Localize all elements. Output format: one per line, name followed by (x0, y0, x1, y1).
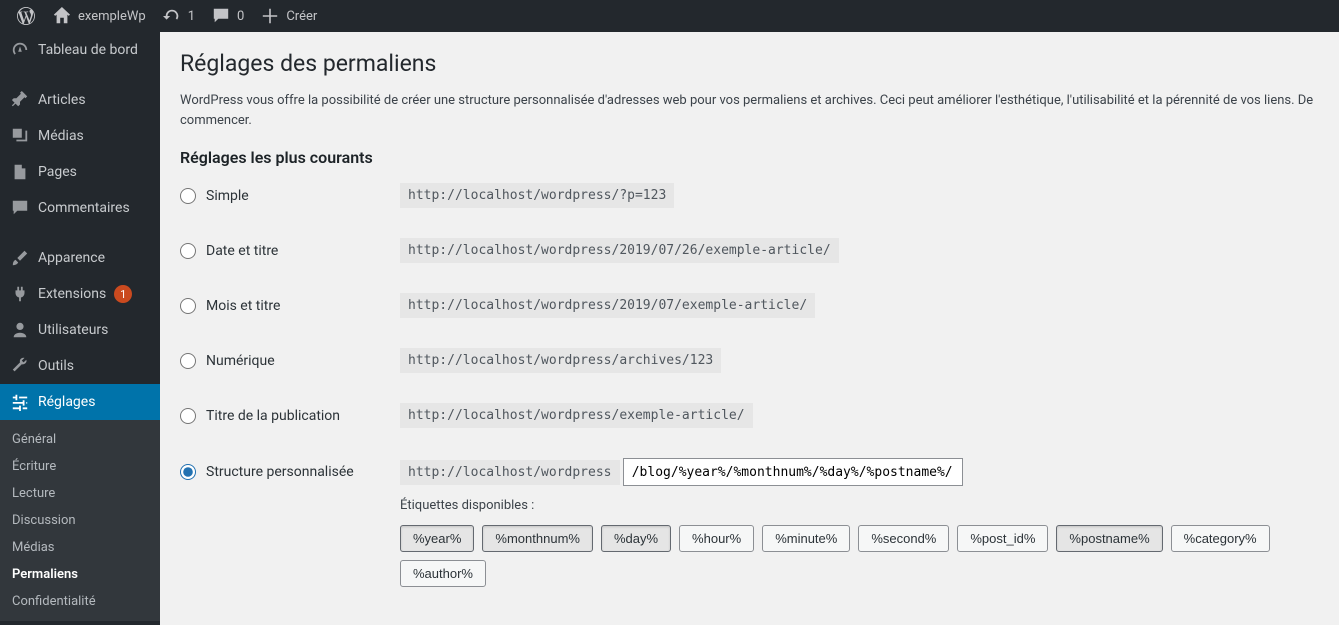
tag-button[interactable]: %hour% (679, 525, 754, 552)
plus-icon (260, 6, 280, 26)
option-numeric-row: Numérique http://localhost/wordpress/arc… (180, 348, 1319, 373)
option-label[interactable]: Date et titre (206, 243, 278, 259)
sidebar-item-media[interactable]: Médias (0, 118, 160, 154)
option-custom-row: Structure personnalisée http://localhost… (180, 458, 1319, 486)
menu-label: Tableau de bord (38, 42, 138, 58)
option-label[interactable]: Mois et titre (206, 298, 280, 314)
comments-count: 0 (237, 9, 244, 24)
sidebar-item-pages[interactable]: Pages (0, 154, 160, 190)
sub-item-permalinks[interactable]: Permaliens (0, 561, 160, 588)
wordpress-icon (16, 6, 36, 26)
available-tags-section: Étiquettes disponibles : %year% %monthnum… (400, 498, 1319, 587)
tag-button[interactable]: %monthnum% (482, 525, 593, 552)
radio-numeric[interactable] (180, 353, 196, 369)
updates-count: 1 (188, 9, 195, 24)
admin-bar: exempleWp 1 0 Créer (0, 0, 1339, 32)
option-postname-row: Titre de la publication http://localhost… (180, 403, 1319, 428)
updates-icon (162, 6, 182, 26)
home-icon (52, 6, 72, 26)
option-url: http://localhost/wordpress/archives/123 (400, 348, 721, 373)
sub-item-discussion[interactable]: Discussion (0, 507, 160, 534)
plugins-badge: 1 (114, 285, 132, 303)
sidebar-item-posts[interactable]: Articles (0, 82, 160, 118)
dashboard-icon (10, 40, 30, 60)
site-name-text: exempleWp (78, 9, 146, 24)
tags-container: %year% %monthnum% %day% %hour% %minute% %seco… (400, 525, 1319, 587)
sub-item-media[interactable]: Médias (0, 534, 160, 561)
option-day-row: Date et titre http://localhost/wordpress… (180, 238, 1319, 263)
custom-structure-input[interactable] (623, 458, 963, 486)
menu-label: Outils (38, 358, 74, 374)
sub-item-general[interactable]: Général (0, 426, 160, 453)
pin-icon (10, 90, 30, 110)
menu-label: Extensions (38, 286, 106, 302)
tag-button[interactable]: %day% (601, 525, 671, 552)
radio-day[interactable] (180, 243, 196, 259)
option-label[interactable]: Structure personnalisée (206, 464, 354, 480)
menu-label: Articles (38, 92, 86, 108)
tag-button[interactable]: %author% (400, 560, 486, 587)
option-label[interactable]: Titre de la publication (206, 408, 340, 424)
sidebar-item-plugins[interactable]: Extensions 1 (0, 276, 160, 312)
option-label[interactable]: Numérique (206, 353, 275, 369)
settings-submenu: Général Écriture Lecture Discussion Médi… (0, 420, 160, 621)
tag-button[interactable]: %second% (858, 525, 949, 552)
page-title: Réglages des permaliens (180, 50, 1319, 77)
updates-link[interactable]: 1 (154, 0, 203, 32)
option-label[interactable]: Simple (206, 188, 249, 204)
page-content: Réglages des permaliens WordPress vous o… (160, 32, 1339, 625)
sub-item-reading[interactable]: Lecture (0, 480, 160, 507)
menu-label: Utilisateurs (38, 322, 108, 338)
radio-postname[interactable] (180, 408, 196, 424)
create-link[interactable]: Créer (252, 0, 325, 32)
sidebar-item-tools[interactable]: Outils (0, 348, 160, 384)
plugin-icon (10, 284, 30, 304)
tag-button[interactable]: %post_id% (957, 525, 1048, 552)
sidebar-item-settings[interactable]: Réglages (0, 384, 160, 420)
brush-icon (10, 248, 30, 268)
media-icon (10, 126, 30, 146)
comments-link[interactable]: 0 (203, 0, 252, 32)
menu-label: Pages (38, 164, 77, 180)
site-name-link[interactable]: exempleWp (44, 0, 154, 32)
sidebar-item-dashboard[interactable]: Tableau de bord (0, 32, 160, 68)
sidebar-item-users[interactable]: Utilisateurs (0, 312, 160, 348)
option-url: http://localhost/wordpress/?p=123 (400, 183, 674, 208)
option-simple-row: Simple http://localhost/wordpress/?p=123 (180, 183, 1319, 208)
option-month-row: Mois et titre http://localhost/wordpress… (180, 293, 1319, 318)
radio-simple[interactable] (180, 188, 196, 204)
sub-item-writing[interactable]: Écriture (0, 453, 160, 480)
sidebar-item-appearance[interactable]: Apparence (0, 240, 160, 276)
radio-custom[interactable] (180, 464, 196, 480)
menu-label: Réglages (38, 394, 95, 410)
user-icon (10, 320, 30, 340)
option-url: http://localhost/wordpress/2019/07/26/ex… (400, 238, 839, 263)
menu-label: Médias (38, 128, 84, 144)
tags-label: Étiquettes disponibles : (400, 498, 1319, 513)
page-icon (10, 162, 30, 182)
create-text: Créer (286, 9, 317, 24)
admin-sidebar: Tableau de bord Articles Médias Pages Co… (0, 32, 160, 625)
wp-logo[interactable] (8, 0, 44, 32)
tag-button[interactable]: %category% (1171, 525, 1270, 552)
section-heading: Réglages les plus courants (180, 148, 1319, 167)
sidebar-item-comments[interactable]: Commentaires (0, 190, 160, 226)
sub-item-privacy[interactable]: Confidentialité (0, 588, 160, 615)
tag-button[interactable]: %postname% (1056, 525, 1162, 552)
option-url: http://localhost/wordpress/exemple-artic… (400, 403, 753, 428)
option-url: http://localhost/wordpress/2019/07/exemp… (400, 293, 815, 318)
page-intro: WordPress vous offre la possibilité de c… (180, 91, 1319, 130)
menu-label: Commentaires (38, 200, 130, 216)
custom-prefix: http://localhost/wordpress (400, 460, 620, 485)
menu-label: Apparence (38, 250, 105, 266)
tag-button[interactable]: %year% (400, 525, 474, 552)
comment-icon (211, 6, 231, 26)
comment-icon (10, 198, 30, 218)
tag-button[interactable]: %minute% (762, 525, 850, 552)
sliders-icon (10, 392, 30, 412)
wrench-icon (10, 356, 30, 376)
radio-month[interactable] (180, 298, 196, 314)
